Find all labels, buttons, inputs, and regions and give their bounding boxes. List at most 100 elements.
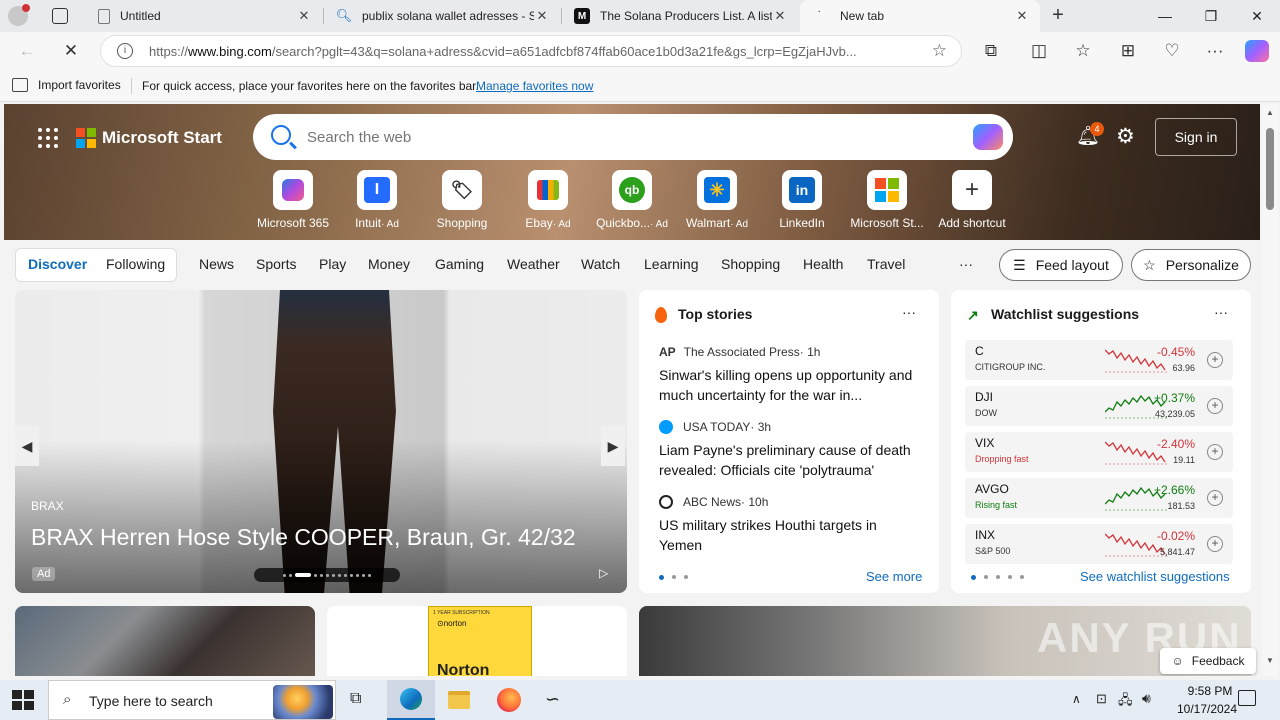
edge-taskbar-icon[interactable] [387,680,435,720]
profile-avatar-icon[interactable] [8,4,30,26]
network-icon[interactable]: 🖧︎ [1118,691,1133,713]
copilot-icon[interactable] [973,124,1003,150]
tab-gaming[interactable]: Gaming [435,256,484,272]
shortcut-linkedin[interactable]: in LinkedIn [760,170,844,230]
watchlist-row[interactable]: VIX Dropping fast -2.40% 19.11 + [965,432,1233,472]
add-to-watchlist-button[interactable]: + [1207,490,1223,506]
firefox-icon[interactable] [497,688,521,712]
new-tab-button[interactable]: + [1046,4,1070,28]
shortcut-microsoft-365[interactable]: Microsoft 365 [251,170,335,230]
tab-play[interactable]: Play [319,256,346,272]
add-to-watchlist-button[interactable]: + [1207,536,1223,552]
restore-button[interactable]: ❐ [1188,0,1234,32]
ad-carousel-card[interactable]: ◀ ▶ BRAX BRAX Herren Hose Style COOPER, … [15,290,627,593]
task-view-icon[interactable]: ⧉ [350,690,361,708]
tab-actions-icon[interactable] [52,8,68,24]
watchlist-row[interactable]: C CITIGROUP INC. -0.45% 63.96 + [965,340,1233,380]
close-tab-icon[interactable]: ✕ [772,8,788,24]
split-screen-icon[interactable]: ◫ [1024,36,1054,66]
ad-title[interactable]: BRAX Herren Hose Style COOPER, Braun, Gr… [31,524,576,551]
performance-icon[interactable]: ♡ [1157,36,1187,66]
shortcut-walmart[interactable]: ✳ Walmart· Ad [675,170,759,230]
back-button[interactable]: ← [12,36,42,66]
watchlist-row[interactable]: DJI DOW +0.37% 43,239.05 + [965,386,1233,426]
close-tab-icon[interactable]: ✕ [534,8,550,24]
volume-icon[interactable]: 🔊︎ [1142,690,1151,707]
more-categories-button[interactable]: ··· [959,256,973,272]
add-to-watchlist-button[interactable]: + [1207,352,1223,368]
tab-travel[interactable]: Travel [867,256,905,272]
copilot-icon[interactable] [1245,40,1269,62]
shortcut-quickbooks[interactable]: qb Quickbo...· Ad [590,170,674,230]
add-shortcut-button[interactable]: + Add shortcut [930,170,1014,230]
see-more-link[interactable]: See more [866,569,922,584]
personalize-button[interactable]: ☆ Personalize [1131,249,1251,281]
shortcut-shopping[interactable]: 🏷︎ Shopping [420,170,504,230]
tab-discover[interactable]: Discover [28,256,87,272]
network-status-icon[interactable]: ⊡ [1096,691,1107,707]
favorites-icon[interactable]: ☆ [1068,36,1098,66]
feedback-button[interactable]: ☺ Feedback [1160,648,1256,674]
tab-sports[interactable]: Sports [256,256,296,272]
notification-center-icon[interactable] [1238,690,1256,706]
sign-in-button[interactable]: Sign in [1155,118,1237,156]
shortcut-intuit[interactable]: I Intuit· Ad [335,170,419,230]
app-launcher-icon[interactable] [38,128,58,148]
brand-title[interactable]: Microsoft Start [102,128,222,148]
file-explorer-icon[interactable] [448,691,470,709]
feed-layout-button[interactable]: ☰ Feed layout [999,249,1123,281]
tab-solana-producers[interactable]: M The Solana Producers List. A list o ✕ [562,0,798,32]
scrollbar-thumb[interactable] [1266,128,1274,210]
stories-pager-dots[interactable] [659,575,688,580]
shortcut-microsoft-store[interactable]: Microsoft St... [845,170,929,230]
collections-icon[interactable]: ⊞ [1113,36,1143,66]
start-button[interactable] [12,690,34,710]
extensions-icon[interactable]: ⧉ [976,36,1006,66]
search-input[interactable] [307,126,907,148]
taskbar-date[interactable]: 10/17/2024 [1166,702,1248,716]
story-item[interactable]: USA TODAY · 3h Liam Payne's preliminary … [659,420,919,480]
address-bar[interactable]: i https://www.bing.com/search?pglt=43&q=… [100,35,962,67]
settings-more-icon[interactable]: ··· [1200,36,1230,66]
tab-new-tab[interactable]: ˙ New tab ✕ [800,0,1040,32]
see-watchlist-link[interactable]: See watchlist suggestions [1080,569,1230,584]
app-taskbar-icon[interactable]: ∽ [545,689,560,710]
tab-money[interactable]: Money [368,256,410,272]
carousel-next-button[interactable]: ▶ [601,426,625,466]
shortcut-ebay[interactable]: Ebay· Ad [506,170,590,230]
settings-gear-icon[interactable]: ⚙ [1116,124,1135,149]
ad-choices-icon[interactable]: ▷ [599,566,608,580]
top-stories-more-button[interactable]: ··· [902,304,916,320]
minimize-button[interactable]: — [1142,0,1188,32]
import-favorites-button[interactable]: Import favorites [12,78,121,92]
web-search-box[interactable] [253,114,1013,160]
close-tab-icon[interactable]: ✕ [1014,8,1030,24]
watchlist-pager-dots[interactable] [971,575,1024,580]
add-to-watchlist-button[interactable]: + [1207,398,1223,414]
tab-learning[interactable]: Learning [644,256,699,272]
close-tab-icon[interactable]: ✕ [296,8,312,24]
tab-news[interactable]: News [199,256,234,272]
site-info-icon[interactable]: i [117,43,133,59]
tab-weather[interactable]: Weather [507,256,560,272]
taskbar-search-box[interactable]: ⌕ Type here to search [48,680,336,720]
page-scrollbar[interactable]: ▲ ▼ [1262,104,1278,676]
tab-watch[interactable]: Watch [581,256,620,272]
favorite-star-icon[interactable]: ☆ [932,41,947,61]
close-window-button[interactable]: ✕ [1234,0,1280,32]
manage-favorites-link[interactable]: Manage favorites now [476,79,593,93]
watchlist-row[interactable]: AVGO Rising fast +2.66% 181.53 + [965,478,1233,518]
tab-untitled[interactable]: Untitled ✕ [86,0,322,32]
watchlist-more-button[interactable]: ··· [1214,304,1228,320]
news-image-card[interactable] [15,606,315,676]
stop-loading-button[interactable]: ✕ [56,36,86,66]
tab-following[interactable]: Following [106,256,165,272]
story-item[interactable]: ABC News · 10h US military strikes Houth… [659,495,919,555]
product-ad-card[interactable]: 1 YEAR SUBSCRIPTION ⊙norton Norton [327,606,627,676]
tab-shopping[interactable]: Shopping [721,256,780,272]
tab-health[interactable]: Health [803,256,843,272]
add-to-watchlist-button[interactable]: + [1207,444,1223,460]
carousel-prev-button[interactable]: ◀ [15,426,39,466]
watchlist-row[interactable]: INX S&P 500 -0.02% 5,841.47 + [965,524,1233,564]
tab-bing-search[interactable]: 🔍︎ publix solana wallet adresses - Se ✕ [324,0,560,32]
